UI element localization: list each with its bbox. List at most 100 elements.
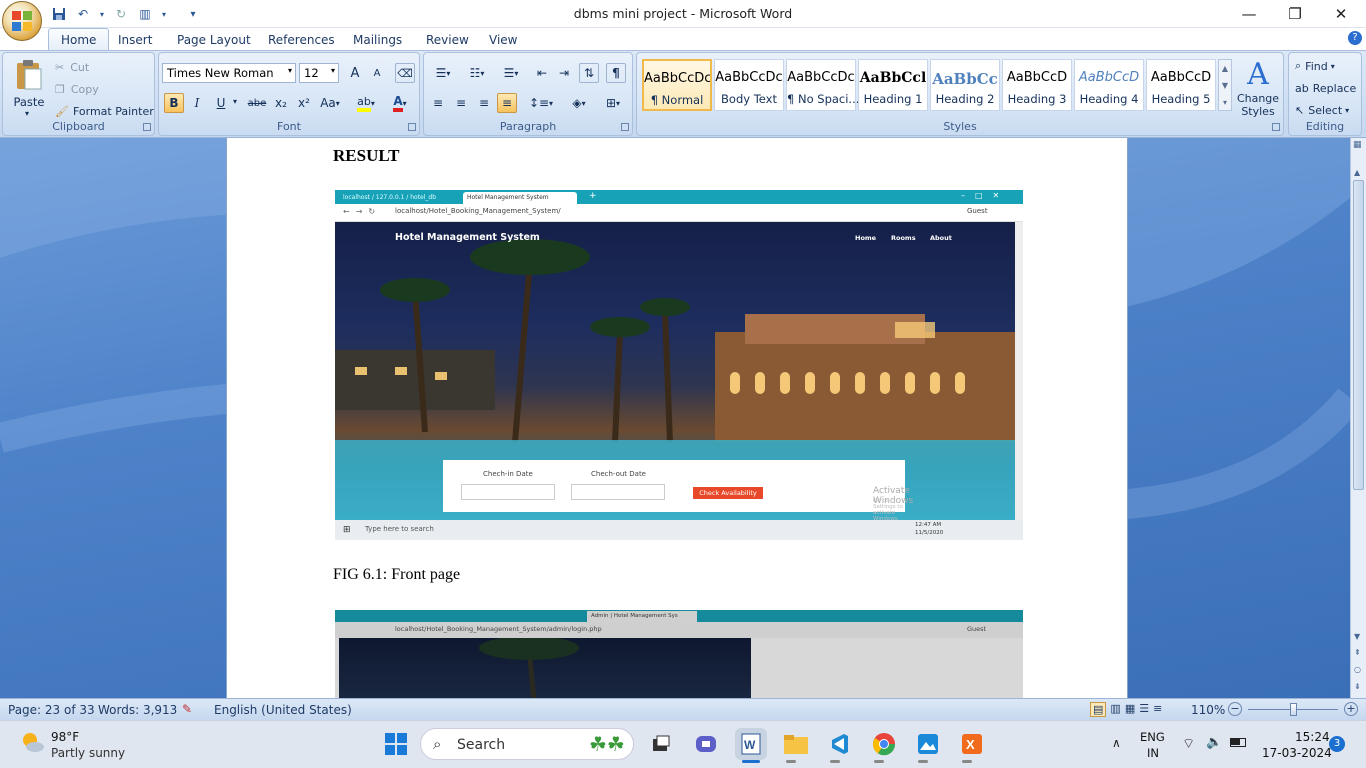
taskbar-search-box[interactable]: ⌕ Search ☘☘ <box>420 728 634 760</box>
page-count[interactable]: Page: 23 of 33 <box>8 703 95 717</box>
full-screen-reading-icon[interactable]: ▥ <box>1110 702 1120 717</box>
superscript-button[interactable]: x² <box>294 93 314 113</box>
italic-button[interactable]: I <box>187 93 207 113</box>
tab-home[interactable]: Home <box>48 28 110 50</box>
increase-indent-button[interactable]: ⇥ <box>554 63 574 83</box>
photos-icon[interactable] <box>912 728 944 760</box>
multilevel-list-button[interactable]: ☰ ▾ <box>496 63 526 83</box>
show-hide-button[interactable]: ¶ <box>606 63 626 83</box>
tab-view[interactable]: View <box>479 30 527 50</box>
style-body-text[interactable]: AaBbCcDc Body Text <box>714 59 784 111</box>
battery-icon[interactable] <box>1230 738 1246 747</box>
shading-button[interactable]: ◈ ▾ <box>564 93 594 113</box>
figure-front-page-screenshot[interactable]: localhost / 127.0.0.1 / hotel_db Hotel M… <box>335 190 1023 540</box>
font-name-combo[interactable]: Times New Roman ▾ <box>162 63 296 83</box>
office-button[interactable] <box>2 1 42 41</box>
tab-page-layout[interactable]: Page Layout <box>167 30 261 50</box>
weather-icon[interactable] <box>18 728 46 756</box>
chevron-up-icon[interactable]: ∧ <box>1112 736 1121 750</box>
style-heading-4[interactable]: AaBbCcD Heading 4 <box>1074 59 1144 111</box>
language-primary[interactable]: ENG <box>1140 730 1165 744</box>
clock-date[interactable]: 17-03-2024 <box>1262 746 1332 760</box>
tab-insert[interactable]: Insert <box>108 30 162 50</box>
styles-scroll[interactable]: ▲ ▼ ▾ <box>1218 59 1232 111</box>
change-case-button[interactable]: Aa ▾ <box>317 93 343 113</box>
word-taskbar-icon[interactable]: W <box>735 728 767 760</box>
style-heading-3[interactable]: AaBbCcD Heading 3 <box>1002 59 1072 111</box>
windows-start-icon[interactable] <box>380 728 412 760</box>
tab-references[interactable]: References <box>258 30 345 50</box>
scroll-down-icon[interactable]: ▼ <box>1354 632 1360 641</box>
bullets-button[interactable]: ☰ ▾ <box>428 63 458 83</box>
xampp-icon[interactable]: X <box>956 728 988 760</box>
zoom-level[interactable]: 110% <box>1191 703 1225 717</box>
font-launcher-icon[interactable] <box>408 123 416 131</box>
chrome-icon[interactable] <box>868 728 900 760</box>
tab-mailings[interactable]: Mailings <box>343 30 412 50</box>
underline-button[interactable]: U <box>211 93 231 113</box>
paste-button[interactable]: Paste ▾ <box>9 57 49 118</box>
language-indicator[interactable]: English (United States) <box>214 703 352 717</box>
task-view-icon[interactable] <box>645 728 677 760</box>
styles-launcher-icon[interactable] <box>1272 123 1280 131</box>
outline-view-icon[interactable]: ☰ <box>1139 702 1149 717</box>
align-right-button[interactable]: ≡ <box>474 93 494 113</box>
align-center-button[interactable]: ≡ <box>451 93 471 113</box>
numbering-button[interactable]: ☷ ▾ <box>462 63 492 83</box>
decrease-indent-button[interactable]: ⇤ <box>532 63 552 83</box>
line-spacing-button[interactable]: ↕≡ ▾ <box>526 93 556 113</box>
paragraph-launcher-icon[interactable] <box>621 123 629 131</box>
font-color-button[interactable]: A ▾ <box>385 93 415 113</box>
style-heading-2[interactable]: AaBbCc Heading 2 <box>930 59 1000 111</box>
style-heading-1[interactable]: AaBbCcl Heading 1 <box>858 59 928 111</box>
language-secondary[interactable]: IN <box>1147 746 1159 760</box>
previous-page-icon[interactable]: ⇞ <box>1354 648 1361 657</box>
style-heading-5[interactable]: AaBbCcD Heading 5 <box>1146 59 1216 111</box>
scroll-up-icon[interactable]: ▲ <box>1354 168 1360 177</box>
highlight-button[interactable]: ab ▾ <box>351 93 381 113</box>
clear-formatting-button[interactable]: ⌫ <box>395 63 415 83</box>
font-size-combo[interactable]: 12 ▾ <box>299 63 339 83</box>
wifi-icon[interactable]: ⌔ <box>1182 735 1195 753</box>
minimize-button[interactable]: — <box>1226 0 1272 28</box>
select-button[interactable]: ↖ Select ▾ <box>1295 101 1349 119</box>
sort-button[interactable]: ⇅ <box>579 63 599 83</box>
next-page-icon[interactable]: ⇟ <box>1354 682 1361 691</box>
weather-desc[interactable]: Partly sunny <box>51 746 125 760</box>
figure-admin-login-screenshot[interactable]: Admin | Hotel Management Sys localhost/H… <box>335 610 1023 698</box>
strikethrough-button[interactable]: abe <box>245 93 269 113</box>
file-explorer-icon[interactable] <box>780 728 812 760</box>
cut-button[interactable]: ✂ Cut <box>55 58 89 76</box>
change-styles-button[interactable]: A Change Styles <box>1236 56 1280 120</box>
borders-button[interactable]: ⊞ ▾ <box>598 93 628 113</box>
shrink-font-button[interactable]: A <box>367 63 387 83</box>
replace-button[interactable]: ab Replace <box>1295 79 1356 97</box>
zoom-in-icon[interactable]: + <box>1344 702 1358 716</box>
zoom-slider-thumb[interactable] <box>1290 703 1297 716</box>
teams-chat-icon[interactable] <box>690 728 722 760</box>
ruler-toggle-icon[interactable]: ▦ <box>1353 140 1364 151</box>
underline-dropdown-icon[interactable]: ▾ <box>233 97 237 106</box>
format-painter-button[interactable]: 🖌 Format Painter <box>55 102 154 120</box>
word-count[interactable]: Words: 3,913 <box>98 703 177 717</box>
volume-icon[interactable]: 🔈 <box>1206 735 1222 750</box>
print-layout-view-icon[interactable]: ▤ <box>1090 702 1107 717</box>
weather-temp[interactable]: 98°F <box>51 730 79 744</box>
vscode-icon[interactable] <box>824 728 856 760</box>
close-button[interactable]: ✕ <box>1318 0 1364 28</box>
subscript-button[interactable]: x₂ <box>271 93 291 113</box>
vertical-scrollbar[interactable]: ▦ ▲ ▼ ⇞ ○ ⇟ <box>1350 138 1366 698</box>
help-icon[interactable]: ? <box>1348 31 1362 45</box>
tab-review[interactable]: Review <box>416 30 479 50</box>
restore-button[interactable]: ❐ <box>1272 0 1318 28</box>
align-left-button[interactable]: ≡ <box>428 93 448 113</box>
browse-object-icon[interactable]: ○ <box>1354 665 1361 674</box>
style-no-spacing[interactable]: AaBbCcDc ¶ No Spaci... <box>786 59 859 111</box>
proofing-icon[interactable]: ✎ <box>182 702 192 716</box>
document-page[interactable]: RESULT localhost / 127.0.0.1 / hotel_db … <box>226 138 1128 698</box>
clock-time[interactable]: 15:24 <box>1295 730 1330 744</box>
zoom-out-icon[interactable]: − <box>1228 702 1242 716</box>
notification-badge[interactable]: 3 <box>1329 736 1345 752</box>
web-layout-icon[interactable]: ▦ <box>1125 702 1135 717</box>
justify-button[interactable]: ≡ <box>497 93 517 113</box>
